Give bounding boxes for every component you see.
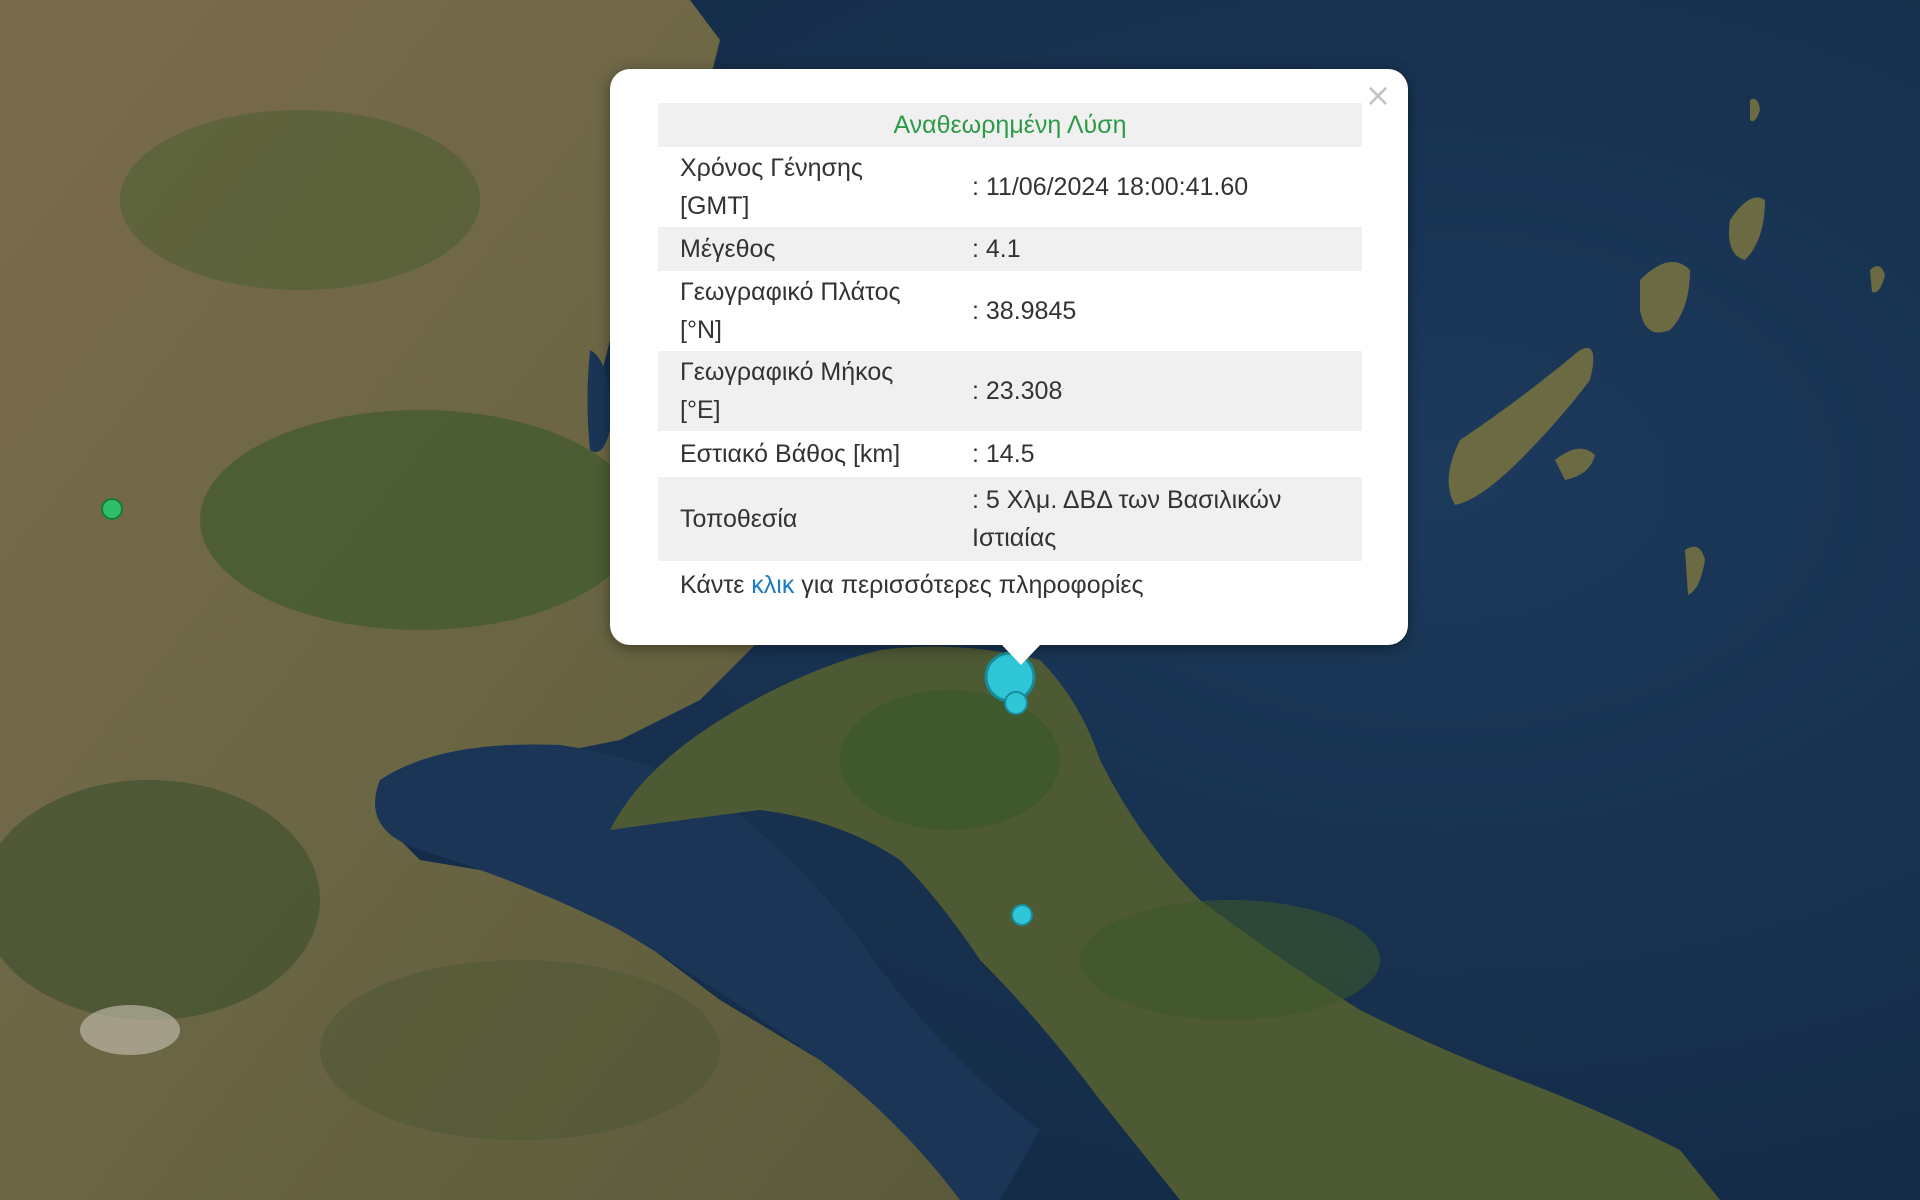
earthquake-info-popup: × Αναθεωρημένη Λύση Χρόνος Γένησης [GMT]… [610, 69, 1408, 645]
earthquake-marker[interactable] [1011, 904, 1033, 926]
location-label: Τοποθεσία [658, 477, 960, 561]
forest-patch [120, 110, 480, 290]
revised-solution-header: Αναθεωρημένη Λύση [658, 103, 1362, 147]
longitude-label: Γεωγραφικό Μήκος [°E] [658, 351, 960, 431]
table-row-footer: Κάντε κλικ για περισσότερες πληροφορίες [658, 561, 1362, 605]
magnitude-value: : 4.1 [960, 227, 1362, 271]
more-info-prefix: Κάντε [680, 571, 752, 599]
table-row-origin-time: Χρόνος Γένησης [GMT] : 11/06/2024 18:00:… [658, 147, 1362, 227]
origin-time-label: Χρόνος Γένησης [GMT] [680, 154, 863, 220]
more-info-link[interactable]: κλικ [751, 571, 794, 599]
mountain-peak [80, 1005, 180, 1055]
forest-patch [200, 410, 640, 630]
forest-patch [320, 960, 720, 1140]
table-row-depth: Εστιακό Βάθος [km] : 14.5 [658, 431, 1362, 477]
close-icon[interactable]: × [1362, 79, 1394, 111]
magnitude-label: Μέγεθος [658, 227, 960, 271]
table-row-magnitude: Μέγεθος : 4.1 [658, 227, 1362, 271]
depth-value: : 14.5 [972, 440, 1035, 468]
more-info-text: Κάντε κλικ για περισσότερες πληροφορίες [658, 561, 1362, 605]
location-value: : 5 Χλμ. ΔΒΔ των Βασιλικών Ιστιαίας [960, 477, 1362, 561]
table-row-location: Τοποθεσία : 5 Χλμ. ΔΒΔ των Βασιλικών Ιστ… [658, 477, 1362, 561]
popup-tip [1001, 644, 1041, 665]
longitude-value: : 23.308 [960, 351, 1362, 431]
table-header-row: Αναθεωρημένη Λύση [658, 103, 1362, 147]
latitude-label: Γεωγραφικό Πλάτος [°N] [680, 278, 901, 344]
earthquake-details-table: Αναθεωρημένη Λύση Χρόνος Γένησης [GMT] :… [658, 103, 1362, 605]
more-info-suffix: για περισσότερες πληροφορίες [794, 571, 1144, 599]
earthquake-marker-green[interactable] [101, 498, 123, 520]
table-row-longitude: Γεωγραφικό Μήκος [°E] : 23.308 [658, 351, 1362, 431]
forest-patch [840, 690, 1060, 830]
depth-label: Εστιακό Βάθος [km] [680, 440, 901, 468]
latitude-value: : 38.9845 [972, 297, 1077, 325]
forest-patch [1080, 900, 1380, 1020]
earthquake-marker[interactable] [1004, 691, 1028, 715]
table-row-latitude: Γεωγραφικό Πλάτος [°N] : 38.9845 [658, 271, 1362, 351]
origin-time-value: : 11/06/2024 18:00:41.60 [972, 173, 1249, 201]
